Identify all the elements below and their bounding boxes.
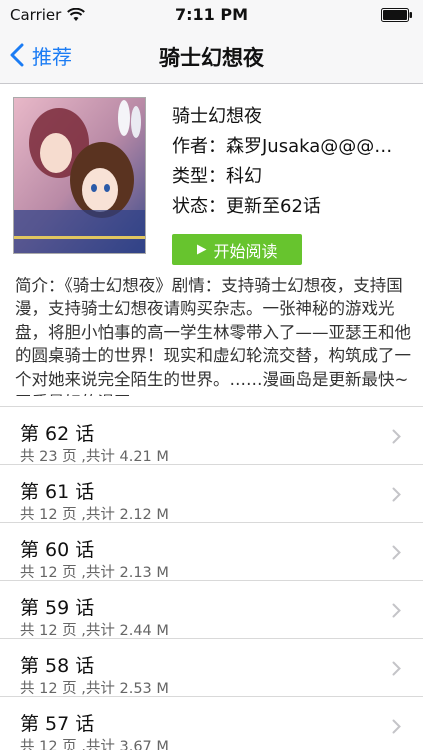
- chapter-info: 共 12 页 ,共计 2.44 M: [20, 623, 169, 639]
- chapter-info: 共 12 页 ,共计 3.67 M: [20, 739, 169, 750]
- chevron-right-icon: [392, 429, 401, 444]
- chapter-row[interactable]: 第 60 话 共 12 页 ,共计 2.13 M: [0, 522, 423, 581]
- book-status: 状态：更新至62话: [172, 196, 321, 217]
- book-meta: 骑士幻想夜 作者：森罗Jusaka@@@… 类型：科幻 状态：更新至62话: [172, 102, 412, 222]
- chevron-right-icon: [392, 545, 401, 560]
- play-icon: [197, 244, 207, 255]
- chapter-title: 第 62 话: [20, 423, 95, 445]
- start-reading-label: 开始阅读: [213, 241, 278, 261]
- chapter-title: 第 61 话: [20, 481, 95, 503]
- chapter-list: 第 62 话 共 23 页 ,共计 4.21 M 第 61 话 共 12 页 ,…: [0, 406, 423, 750]
- status-bar: Carrier 7:11 PM: [0, 0, 423, 28]
- book-author: 作者：森罗Jusaka@@@…: [172, 136, 393, 157]
- chapter-info: 共 12 页 ,共计 2.13 M: [20, 565, 169, 581]
- book-genre: 类型：科幻: [172, 166, 262, 187]
- chapter-info: 共 12 页 ,共计 2.53 M: [20, 681, 169, 697]
- chevron-right-icon: [392, 719, 401, 734]
- book-detail: 骑士幻想夜 作者：森罗Jusaka@@@… 类型：科幻 状态：更新至62话 开始…: [0, 84, 423, 274]
- battery-icon: [381, 8, 412, 22]
- cover-art: [14, 98, 145, 253]
- chapter-title: 第 58 话: [20, 655, 95, 677]
- chapter-row[interactable]: 第 58 话 共 12 页 ,共计 2.53 M: [0, 638, 423, 697]
- page-title: 骑士幻想夜: [159, 46, 264, 70]
- status-time: 7:11 PM: [174, 5, 248, 24]
- synopsis-text: 简介：《骑士幻想夜》剧情：支持骑士幻想夜，支持国漫，支持骑士幻想夜请购买杂志。一…: [15, 276, 411, 396]
- cover-image: [13, 97, 146, 254]
- navigation-bar: 推荐 骑士幻想夜: [0, 28, 423, 84]
- chapter-row[interactable]: 第 62 话 共 23 页 ,共计 4.21 M: [0, 406, 423, 465]
- chapter-info: 共 12 页 ,共计 2.12 M: [20, 507, 169, 523]
- chevron-right-icon: [392, 487, 401, 502]
- chapter-row[interactable]: 第 61 话 共 12 页 ,共计 2.12 M: [0, 464, 423, 523]
- chapter-info: 共 23 页 ,共计 4.21 M: [20, 449, 169, 465]
- book-title: 骑士幻想夜: [172, 106, 262, 127]
- chapter-title: 第 60 话: [20, 539, 95, 561]
- chevron-right-icon: [392, 661, 401, 676]
- chapter-row[interactable]: 第 57 话 共 12 页 ,共计 3.67 M: [0, 696, 423, 750]
- chapter-row[interactable]: 第 59 话 共 12 页 ,共计 2.44 M: [0, 580, 423, 639]
- chapter-title: 第 59 话: [20, 597, 95, 619]
- start-reading-button[interactable]: 开始阅读: [172, 234, 302, 265]
- chapter-title: 第 57 话: [20, 713, 95, 735]
- chevron-right-icon: [392, 603, 401, 618]
